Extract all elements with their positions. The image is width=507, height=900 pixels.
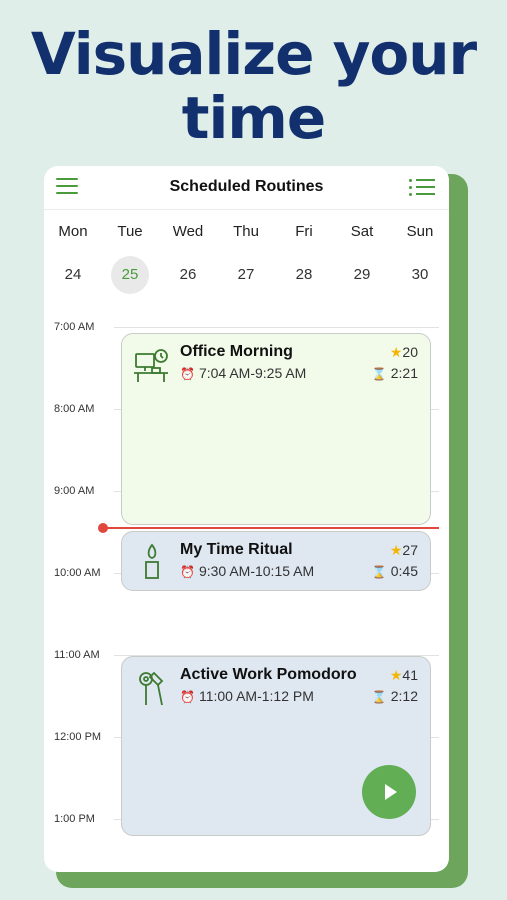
hour-line [114, 327, 439, 328]
event-stars-value: 27 [402, 542, 418, 558]
day-name: Mon [58, 223, 88, 240]
star-icon: ★ [389, 542, 403, 558]
event-stars-value: 41 [402, 667, 418, 683]
day-name: Fri [295, 223, 313, 240]
event-stars: ★41 [390, 667, 418, 684]
page-title: Scheduled Routines [169, 178, 324, 195]
event-active-work-pomodoro[interactable]: Active Work Pomodoro ⏰ 11:00 AM-1:12 PM ★… [121, 656, 431, 836]
hour-label: 7:00 AM [54, 321, 95, 333]
day-wed[interactable]: Wed 26 [159, 222, 217, 294]
hour-label: 10:00 AM [54, 567, 101, 579]
headline: Visualize your time [0, 22, 507, 150]
event-time: ⏰ 9:30 AM-10:15 AM [180, 563, 314, 579]
event-my-time-ritual[interactable]: My Time Ritual ⏰ 9:30 AM-10:15 AM ★27 ⌛ 0:… [121, 531, 431, 591]
star-icon: ★ [389, 344, 403, 360]
event-duration-value: 2:12 [390, 688, 418, 704]
day-mon[interactable]: Mon 24 [44, 222, 102, 294]
day-thu[interactable]: Thu 27 [217, 222, 275, 294]
event-time: ⏰ 7:04 AM-9:25 AM [180, 365, 306, 381]
star-icon: ★ [389, 667, 403, 683]
candle-icon [132, 541, 172, 581]
event-duration-value: 2:21 [390, 365, 418, 381]
day-name: Thu [233, 223, 259, 240]
day-name: Tue [117, 223, 143, 240]
week-strip: Mon 24 Tue 25 Wed 26 Thu 27 Fri 28 Sat 2… [44, 222, 449, 294]
event-stars: ★20 [390, 344, 418, 361]
day-number: 29 [353, 266, 371, 283]
timeline[interactable]: 7:00 AM 8:00 AM 9:00 AM 10:00 AM 11:00 A… [44, 316, 449, 872]
event-time-text: 11:00 AM-1:12 PM [198, 688, 314, 704]
day-name: Wed [172, 223, 204, 240]
event-duration: ⌛ 2:21 [372, 365, 418, 381]
hour-label: 8:00 AM [54, 403, 95, 415]
alarm-clock-icon: ⏰ [180, 367, 195, 381]
day-number: 30 [411, 266, 429, 283]
event-name: Active Work Pomodoro [180, 666, 357, 683]
event-time-text: 7:04 AM-9:25 AM [198, 365, 307, 381]
headline-line-2: time [181, 84, 326, 152]
current-time-line [102, 527, 439, 529]
top-bar: Scheduled Routines [44, 166, 449, 210]
hour-label: 1:00 PM [54, 813, 95, 825]
event-office-morning[interactable]: Office Morning ⏰ 7:04 AM-9:25 AM ★20 ⌛ 2:2… [121, 333, 431, 525]
app-card: Scheduled Routines Mon 24 Tue 25 Wed 26 … [44, 166, 449, 872]
hour-label: 11:00 AM [54, 649, 100, 661]
list-icon[interactable] [409, 177, 435, 197]
tools-icon [132, 669, 172, 709]
day-number: 28 [295, 266, 313, 283]
hourglass-icon: ⌛ [371, 690, 387, 704]
hourglass-icon: ⌛ [371, 367, 387, 381]
day-sat[interactable]: Sat 29 [333, 222, 391, 294]
event-time: ⏰ 11:00 AM-1:12 PM [180, 688, 314, 704]
day-name: Sat [350, 223, 374, 240]
event-duration: ⌛ 2:12 [372, 688, 418, 704]
day-sun[interactable]: Sun 30 [391, 222, 449, 294]
desk-clock-icon [132, 346, 172, 386]
day-number-selected: 25 [111, 256, 149, 294]
event-stars: ★27 [390, 542, 418, 559]
event-duration: ⌛ 0:45 [372, 563, 418, 579]
day-fri[interactable]: Fri 28 [275, 222, 333, 294]
hour-label: 12:00 PM [54, 731, 102, 743]
event-name: My Time Ritual [180, 541, 293, 558]
event-duration-value: 0:45 [390, 563, 418, 579]
day-number: 26 [179, 266, 197, 283]
hour-label: 9:00 AM [54, 485, 95, 497]
play-button[interactable] [362, 765, 416, 819]
day-tue[interactable]: Tue 25 [101, 222, 159, 294]
event-time-text: 9:30 AM-10:15 AM [198, 563, 315, 579]
event-stars-value: 20 [402, 344, 418, 360]
day-name: Sun [406, 223, 434, 240]
play-icon [385, 784, 397, 800]
hourglass-icon: ⌛ [371, 565, 387, 579]
event-name: Office Morning [180, 343, 293, 360]
day-number: 27 [237, 266, 255, 283]
alarm-clock-icon: ⏰ [180, 690, 195, 704]
day-number: 24 [64, 266, 82, 283]
headline-line-1: Visualize your [30, 20, 477, 88]
alarm-clock-icon: ⏰ [180, 565, 195, 579]
